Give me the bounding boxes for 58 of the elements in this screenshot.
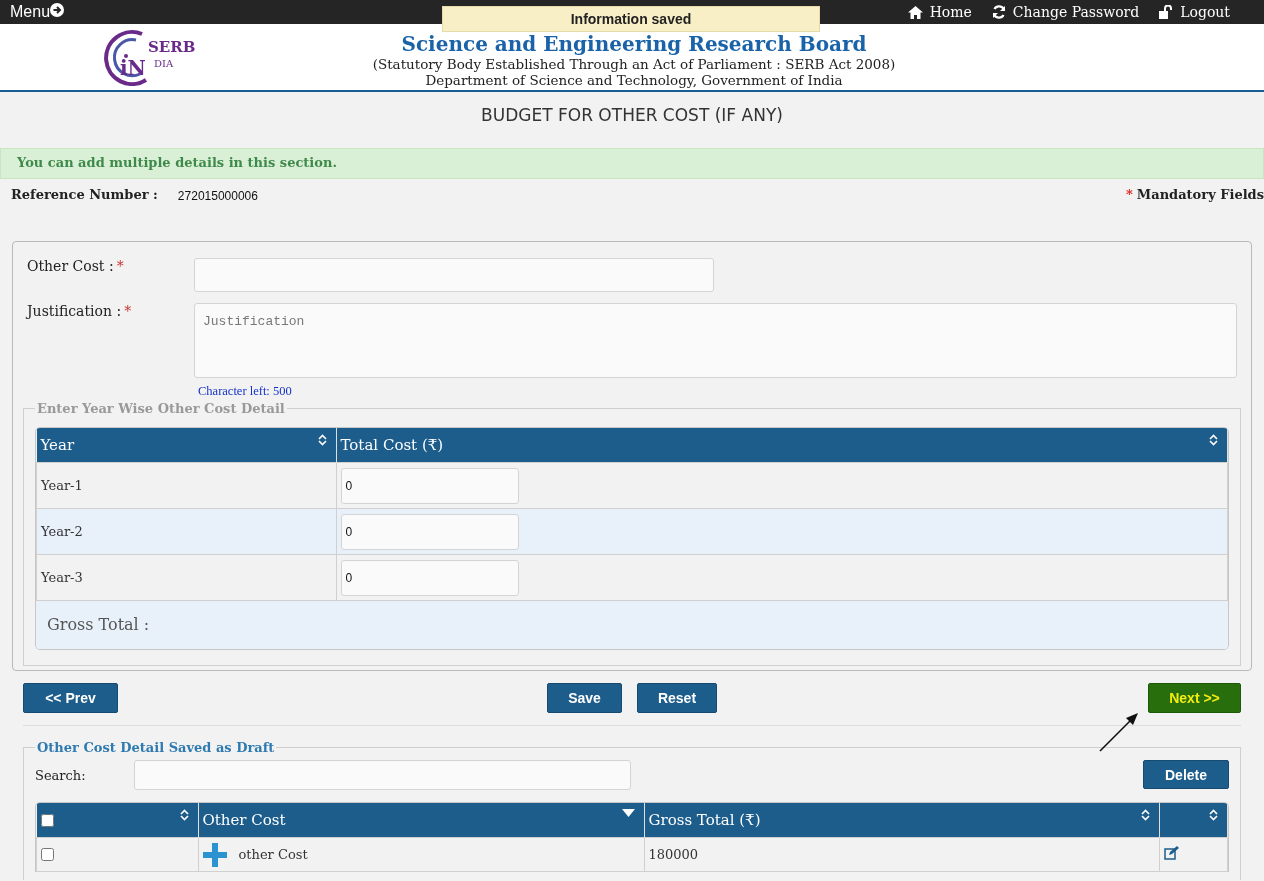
row-checkbox[interactable]	[41, 848, 54, 861]
caret-icon[interactable]	[621, 809, 635, 817]
sort-icon[interactable]	[179, 809, 189, 821]
logo: iN SERB DIA	[102, 28, 222, 86]
menu-button[interactable]: Menu	[10, 3, 65, 21]
prev-button[interactable]: << Prev	[23, 683, 118, 713]
cost-field[interactable]: 0	[340, 513, 519, 550]
unlock-icon	[1159, 5, 1174, 19]
save-button[interactable]: Save	[547, 683, 622, 713]
table-cell: other Cost	[238, 846, 308, 861]
column-header[interactable]: Other Cost	[198, 803, 644, 838]
reference-number: 272015000006	[177, 187, 258, 203]
pointer-arrow-icon	[1099, 712, 1139, 752]
department-text: Department of Science and Technology, Government of India	[425, 72, 843, 88]
next-button[interactable]: Next >>	[1148, 683, 1241, 713]
section-legend: Enter Year Wise Other Cost Detail	[35, 401, 287, 416]
plus-icon[interactable]	[202, 842, 227, 867]
edit-icon[interactable]	[1163, 846, 1179, 860]
field-label: Other Cost : *	[26, 258, 125, 276]
field-label: Justification : *	[24, 303, 133, 321]
delete-button[interactable]: Delete	[1143, 760, 1229, 789]
sort-icon[interactable]	[1209, 434, 1218, 446]
sort-icon[interactable]	[317, 434, 327, 446]
cost-field[interactable]: 0	[340, 467, 519, 504]
nav-link[interactable]: Change Password	[991, 4, 1140, 20]
column-header[interactable]: Gross Total (₹)	[644, 803, 1159, 838]
info-alert: You can add multiple details in this section.	[0, 148, 1264, 179]
mandatory-note: * Mandatory Fields	[1126, 186, 1264, 202]
reference-label: Reference Number :	[11, 186, 158, 202]
justification-field[interactable]: Justification	[194, 303, 1237, 378]
section-legend: Other Cost Detail Saved as Draft	[35, 740, 277, 755]
arrow-right-icon	[50, 3, 65, 17]
nav-link[interactable]: Logout	[1159, 4, 1230, 20]
character-count: Character left: 500	[198, 384, 293, 399]
cost-field[interactable]: 0	[340, 559, 519, 596]
gross-total: Gross Total :	[36, 601, 1228, 649]
sort-icon[interactable]	[1140, 809, 1150, 821]
sort-icon[interactable]	[1209, 809, 1218, 821]
reset-button[interactable]: Reset	[637, 683, 717, 713]
column-header[interactable]	[36, 803, 198, 838]
column-header[interactable]: Total Cost (₹)	[336, 428, 1228, 463]
select-all-checkbox[interactable]	[40, 813, 54, 827]
nav-link[interactable]: Home	[907, 4, 972, 20]
search-field[interactable]	[134, 760, 631, 790]
table-cell: Year-1	[36, 462, 336, 509]
column-header[interactable]: Year	[36, 428, 336, 463]
site-subtitle: (Statutory Body Established Through an Act of Parliament : SERB Act 2008)	[372, 56, 896, 72]
column-header[interactable]	[1159, 803, 1228, 838]
toast-message: Information saved	[442, 6, 820, 32]
table-cell: 180000	[644, 837, 1159, 872]
refresh-icon	[991, 5, 1006, 19]
site-title: Science and Engineering Research Board	[401, 32, 867, 56]
table-cell: Year-3	[36, 554, 336, 601]
search-label: Search:	[35, 767, 87, 783]
home-icon	[907, 5, 923, 19]
page-title: BUDGET FOR OTHER COST (IF ANY)	[480, 105, 784, 127]
other-cost-field[interactable]	[194, 258, 714, 292]
table-cell: Year-2	[36, 508, 336, 555]
